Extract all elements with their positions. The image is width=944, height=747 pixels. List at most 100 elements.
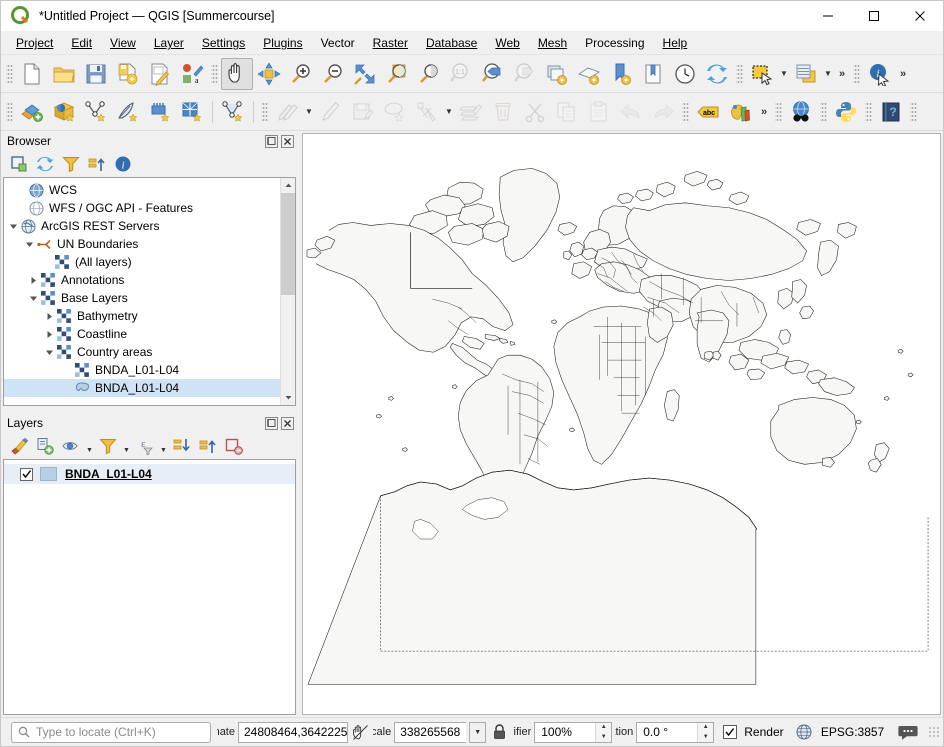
minimize-icon[interactable] bbox=[805, 1, 851, 32]
add-delimited-text-layer-button[interactable] bbox=[80, 96, 112, 128]
menu-help[interactable]: Help bbox=[654, 33, 697, 53]
current-edits-button[interactable] bbox=[271, 96, 303, 128]
messages-bubble-icon[interactable] bbox=[895, 722, 921, 743]
modify-attributes-button[interactable] bbox=[455, 96, 487, 128]
undock-icon[interactable] bbox=[264, 416, 278, 430]
python-console-button[interactable] bbox=[830, 96, 862, 128]
maximize-icon[interactable] bbox=[851, 1, 897, 32]
tree-item-arcgis-rest-servers[interactable]: ArcGIS REST Servers bbox=[4, 217, 280, 235]
rotation-decrement-icon[interactable]: ▼ bbox=[698, 732, 713, 742]
chevron-down-icon[interactable]: ▼ bbox=[159, 435, 168, 457]
open-project-button[interactable] bbox=[48, 58, 80, 90]
toolbar-grip[interactable] bbox=[820, 101, 827, 123]
tree-item-base-layers[interactable]: Base Layers bbox=[4, 289, 280, 307]
show-bookmarks-button[interactable] bbox=[637, 58, 669, 90]
add-layer-square-icon[interactable] bbox=[7, 153, 31, 175]
select-features-button[interactable] bbox=[746, 58, 778, 90]
save-project-button[interactable] bbox=[80, 58, 112, 90]
menu-mesh[interactable]: Mesh bbox=[529, 33, 576, 53]
add-wfs-layer-button[interactable] bbox=[112, 96, 144, 128]
tree-item-un-boundaries[interactable]: UN Boundaries bbox=[4, 235, 280, 253]
tree-expander-expanded[interactable] bbox=[22, 235, 36, 253]
styling-panel-button[interactable] bbox=[724, 96, 756, 128]
tree-item-annotations[interactable]: Annotations bbox=[4, 271, 280, 289]
tree-expander-collapsed[interactable] bbox=[42, 307, 56, 325]
paintbrush-icon[interactable] bbox=[7, 435, 31, 457]
metasearch-button[interactable] bbox=[785, 96, 817, 128]
scroll-down-icon[interactable] bbox=[281, 390, 295, 405]
toolbar-grip[interactable] bbox=[853, 63, 860, 85]
magnifier-spinbox[interactable]: 100% ▲ ▼ bbox=[534, 722, 612, 743]
magnifier-decrement-icon[interactable]: ▼ bbox=[596, 732, 611, 742]
menu-plugins[interactable]: Plugins bbox=[254, 33, 311, 53]
add-group-icon[interactable] bbox=[33, 435, 57, 457]
scrollbar-thumb[interactable] bbox=[281, 193, 295, 295]
toggle-editing-button[interactable] bbox=[315, 96, 347, 128]
menu-settings[interactable]: Settings bbox=[193, 33, 254, 53]
epsilon-filter-icon[interactable]: ε bbox=[133, 435, 157, 457]
resize-grip[interactable] bbox=[928, 726, 939, 738]
add-vector-layer-button[interactable] bbox=[48, 96, 80, 128]
tree-expander[interactable] bbox=[40, 253, 54, 271]
tree-item-bnda-l01-l04-polygon[interactable]: BNDA_L01-L04 bbox=[4, 379, 280, 397]
zoom-out-button[interactable] bbox=[317, 58, 349, 90]
collapse-all-icon[interactable] bbox=[196, 435, 220, 457]
paste-features-button[interactable] bbox=[583, 96, 615, 128]
scrollbar-track[interactable] bbox=[281, 193, 295, 390]
rotation-increment-icon[interactable]: ▲ bbox=[698, 723, 713, 733]
add-mesh-layer-button[interactable] bbox=[144, 96, 176, 128]
tree-expander[interactable] bbox=[14, 199, 28, 217]
tree-item-wfs-ogc-api-features[interactable]: WFS / OGC API - Features bbox=[4, 199, 280, 217]
refresh-button[interactable] bbox=[701, 58, 733, 90]
zoom-full-button[interactable] bbox=[349, 58, 381, 90]
zoom-last-button[interactable] bbox=[477, 58, 509, 90]
current-edits-dropdown-icon[interactable]: ▼ bbox=[303, 96, 315, 128]
magnifier-increment-icon[interactable]: ▲ bbox=[596, 723, 611, 733]
expand-all-icon[interactable] bbox=[170, 435, 194, 457]
tree-expander[interactable] bbox=[14, 181, 28, 199]
pan-to-selection-button[interactable] bbox=[253, 58, 285, 90]
double-chevron-icon[interactable]: » bbox=[756, 96, 772, 128]
undock-icon[interactable] bbox=[264, 134, 278, 148]
save-layer-edits-button[interactable] bbox=[347, 96, 379, 128]
info-circle-icon[interactable]: i bbox=[111, 153, 135, 175]
menu-vector[interactable]: Vector bbox=[312, 33, 364, 53]
tree-expander-expanded[interactable] bbox=[26, 289, 40, 307]
menu-processing[interactable]: Processing bbox=[576, 33, 653, 53]
remove-layer-icon[interactable] bbox=[222, 435, 246, 457]
close-panel-icon[interactable] bbox=[280, 416, 294, 430]
chevron-down-icon[interactable]: ▼ bbox=[122, 435, 131, 457]
menu-database[interactable]: Database bbox=[417, 33, 486, 53]
close-panel-icon[interactable] bbox=[280, 134, 294, 148]
chevron-down-icon[interactable]: ▼ bbox=[85, 435, 94, 457]
layer-visibility-checkbox[interactable] bbox=[20, 468, 33, 481]
new-print-layout-button[interactable] bbox=[144, 58, 176, 90]
label-toolbar-button[interactable]: abc bbox=[692, 96, 724, 128]
rotation-spinbox[interactable]: 0.0 ° ▲ ▼ bbox=[636, 722, 714, 743]
attribute-table-dropdown-icon[interactable]: ▼ bbox=[822, 58, 834, 90]
zoom-to-layer-button[interactable] bbox=[413, 58, 445, 90]
close-icon[interactable] bbox=[897, 1, 943, 32]
tree-item-all-layers[interactable]: (All layers) bbox=[4, 253, 280, 271]
new-virtual-layer-button[interactable] bbox=[217, 96, 249, 128]
tree-item-coastline[interactable]: Coastline bbox=[4, 325, 280, 343]
toolbar-grip[interactable] bbox=[775, 101, 782, 123]
menu-edit[interactable]: Edit bbox=[62, 33, 101, 53]
scale-dropdown-chevron-down-icon[interactable]: ▼ bbox=[469, 722, 486, 743]
toolbar-grip[interactable] bbox=[736, 63, 743, 85]
scale-field[interactable]: 338265568 bbox=[394, 722, 466, 743]
double-chevron-icon[interactable]: » bbox=[895, 58, 911, 90]
tree-expander-collapsed[interactable] bbox=[26, 271, 40, 289]
new-project-button[interactable] bbox=[16, 58, 48, 90]
toolbar-grip[interactable] bbox=[682, 101, 689, 123]
refresh-layer-button[interactable] bbox=[541, 58, 573, 90]
style-manager-button[interactable]: a bbox=[176, 58, 208, 90]
open-attribute-table-button[interactable] bbox=[790, 58, 822, 90]
tree-item-country-areas[interactable]: Country areas bbox=[4, 343, 280, 361]
new-bookmark-button[interactable] bbox=[605, 58, 637, 90]
undo-button[interactable] bbox=[615, 96, 647, 128]
menu-raster[interactable]: Raster bbox=[364, 33, 417, 53]
tree-item-bathymetry[interactable]: Bathymetry bbox=[4, 307, 280, 325]
open-data-source-manager-button[interactable] bbox=[16, 96, 48, 128]
collapse-all-icon[interactable] bbox=[85, 153, 109, 175]
